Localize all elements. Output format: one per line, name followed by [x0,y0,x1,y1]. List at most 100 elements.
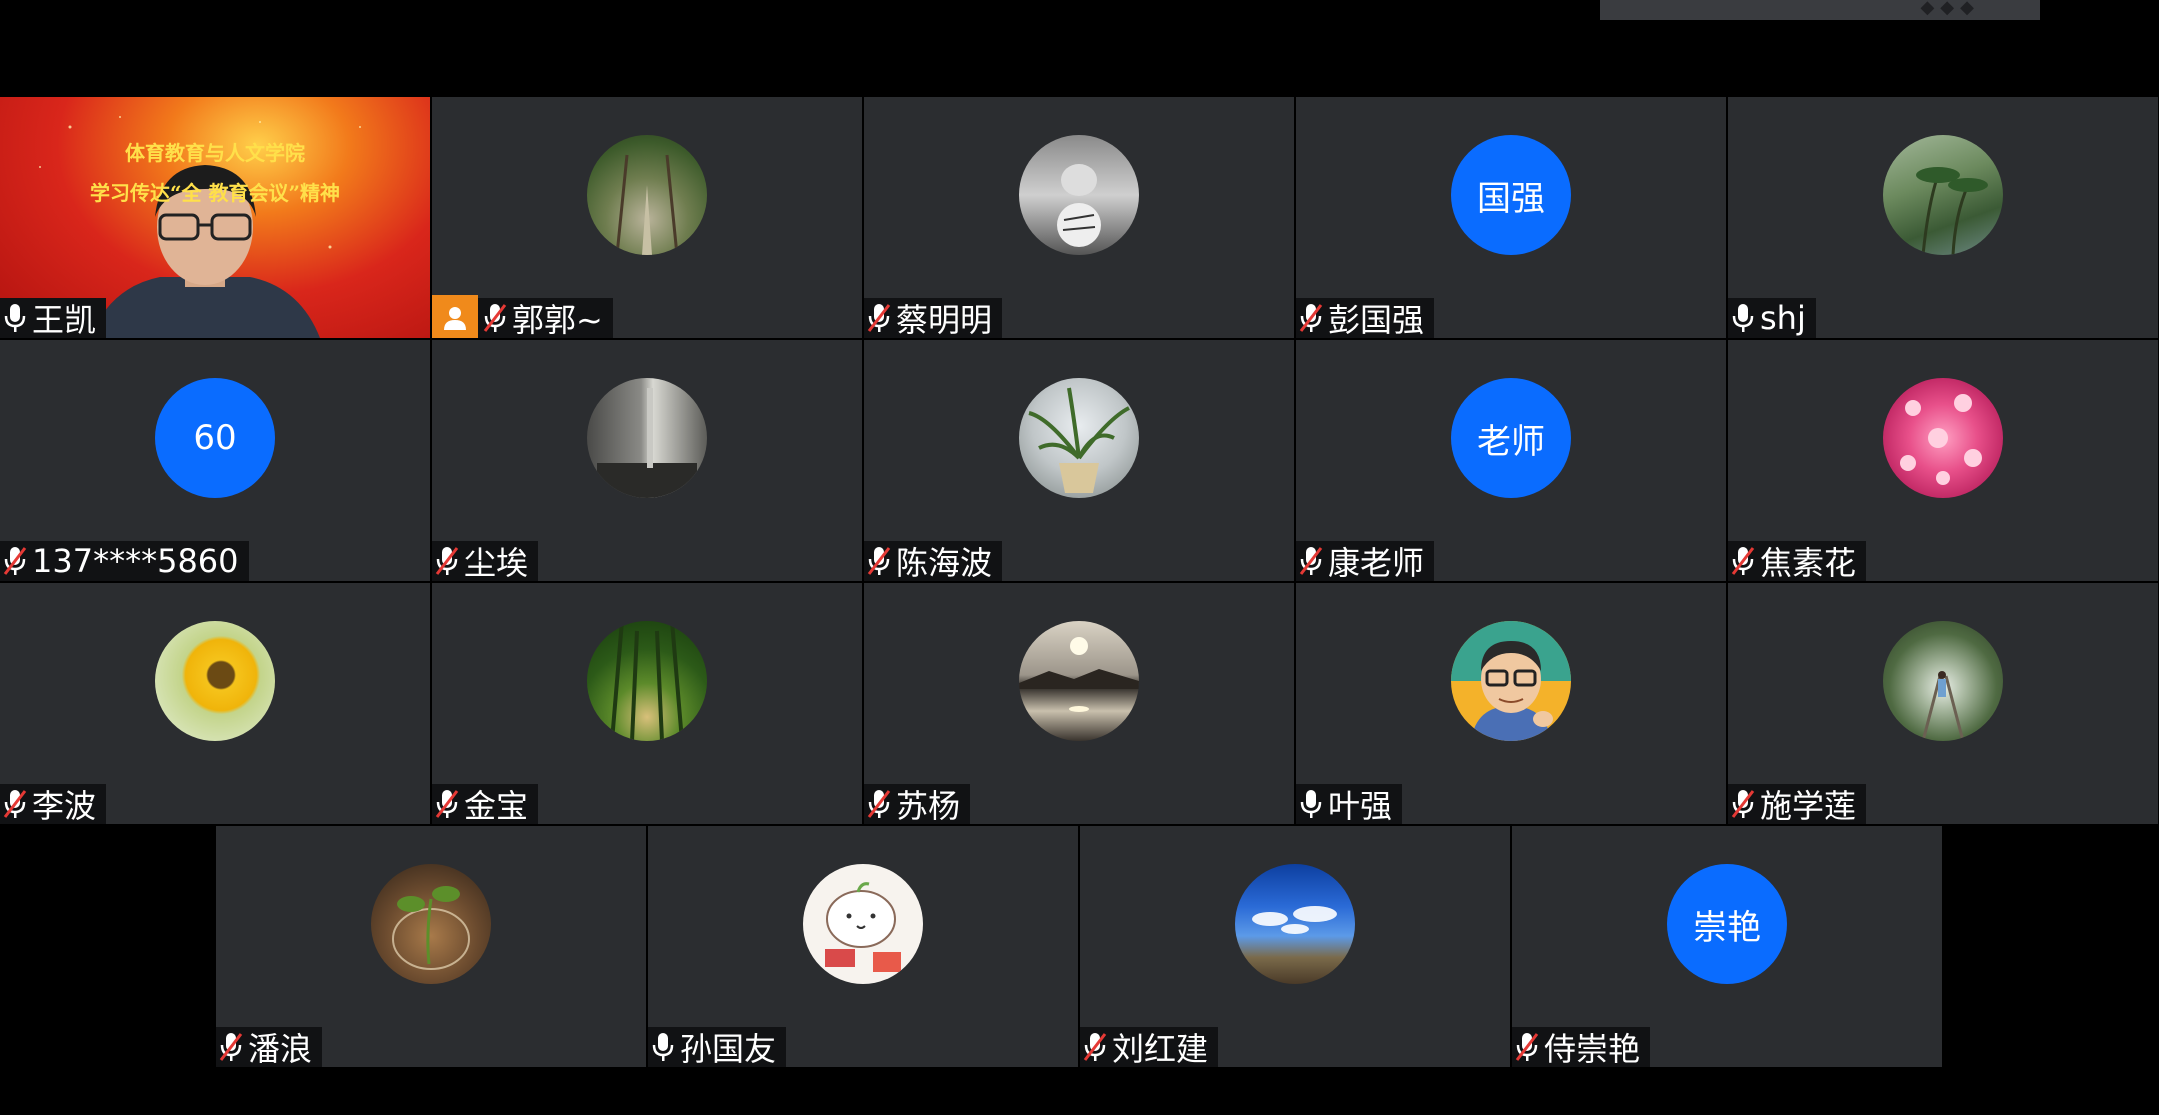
avatar-initials: 老师 [1451,378,1571,498]
mic-muted-icon [435,790,459,818]
participant-tile[interactable]: 叶强 [1296,583,1726,824]
participant-name: 叶强 [1328,787,1393,824]
participant-tile[interactable]: 金宝 [432,583,862,824]
avatar [587,135,707,255]
top-panel-dots-icon: ◆◆◆ [1920,0,1980,18]
avatar [1451,621,1571,741]
avatar [1235,864,1355,984]
participant-grid: 体育教育与人文学院 学习传达“全 教育会议”精神 王凯 郭郭~ 蔡明明 国强 彭… [0,97,2159,1067]
mic-on-icon [652,1033,674,1061]
participant-name-tag: 彭国强 [1296,298,1435,338]
participant-name-tag: 潘浪 [216,1027,323,1067]
participant-name: 康老师 [1328,544,1425,581]
avatar-initials: 60 [155,378,275,498]
video-banner-line1: 体育教育与人文学院 [125,141,305,165]
participant-name: 郭郭~ [512,301,603,338]
participant-name: 蔡明明 [896,301,993,338]
participant-name-tag: 郭郭~ [432,295,613,338]
avatar [587,378,707,498]
participant-name-tag: 孙国友 [648,1027,787,1067]
participant-tile[interactable]: shj [1728,97,2158,338]
participant-name-tag: 金宝 [432,784,539,824]
mic-muted-icon [1299,304,1323,332]
participant-name: 苏杨 [896,787,961,824]
avatar-initials: 国强 [1451,135,1571,255]
participant-name-tag: shj [1728,298,1816,338]
participant-tile[interactable]: 60 137****5860 [0,340,430,581]
participant-name-tag: 蔡明明 [864,298,1003,338]
participant-name: 李波 [32,787,97,824]
mic-muted-icon [1731,790,1755,818]
video-banner-line2: 学习传达“全 教育会议”精神 [90,181,340,205]
mic-on-icon [1300,790,1322,818]
participant-tile[interactable]: 苏杨 [864,583,1294,824]
participant-tile[interactable]: 刘红建 [1080,826,1510,1067]
participant-name-tag: 尘埃 [432,541,539,581]
mic-muted-icon [867,304,891,332]
participant-name-tag: 137****5860 [0,541,249,581]
avatar [371,864,491,984]
avatar [1019,135,1139,255]
participant-name: 孙国友 [680,1030,777,1067]
avatar [1883,378,2003,498]
mic-muted-icon [483,304,507,332]
participant-tile[interactable]: 陈海波 [864,340,1294,581]
participant-name: 王凯 [32,301,97,338]
participant-name: 137****5860 [32,542,239,580]
participant-tile[interactable]: 施学莲 [1728,583,2158,824]
participant-name: 侍崇艳 [1544,1030,1641,1067]
avatar [587,621,707,741]
participant-name-tag: 苏杨 [864,784,971,824]
participant-tile[interactable]: 蔡明明 [864,97,1294,338]
avatar [1883,621,2003,741]
top-floating-panel: ◆◆◆ [1600,0,2040,20]
mic-on-icon [1732,304,1754,332]
participant-name-tag: 叶强 [1296,784,1403,824]
mic-muted-icon [867,547,891,575]
participant-name: 潘浪 [248,1030,313,1067]
participant-name: 金宝 [464,787,529,824]
participant-name: 刘红建 [1112,1030,1209,1067]
participant-name: shj [1760,299,1806,337]
participant-name: 焦素花 [1760,544,1857,581]
participant-tile[interactable]: 尘埃 [432,340,862,581]
participant-tile[interactable]: 孙国友 [648,826,1078,1067]
participant-tile[interactable]: 李波 [0,583,430,824]
participant-tile[interactable]: 老师 康老师 [1296,340,1726,581]
mic-muted-icon [867,790,891,818]
avatar-initials: 崇艳 [1667,864,1787,984]
participant-name-tag: 施学莲 [1728,784,1867,824]
participant-name-tag: 康老师 [1296,541,1435,581]
participant-name-tag: 王凯 [0,298,107,338]
participant-name-tag: 李波 [0,784,107,824]
participant-name-tag: 焦素花 [1728,541,1867,581]
participant-name: 彭国强 [1328,301,1425,338]
mic-muted-icon [3,547,27,575]
mic-muted-icon [1515,1033,1539,1061]
mic-muted-icon [3,790,27,818]
mic-muted-icon [219,1033,243,1061]
participant-tile[interactable]: 郭郭~ [432,97,862,338]
participant-name: 尘埃 [464,544,529,581]
mic-muted-icon [1299,547,1323,575]
participant-tile[interactable]: 潘浪 [216,826,646,1067]
mic-on-icon [4,304,26,332]
avatar [1019,621,1139,741]
mic-muted-icon [1083,1033,1107,1061]
participant-name: 陈海波 [896,544,993,581]
participant-name: 施学莲 [1760,787,1857,824]
mic-muted-icon [1731,547,1755,575]
participant-tile[interactable]: 崇艳 侍崇艳 [1512,826,1942,1067]
host-user-icon [432,295,478,338]
participant-tile[interactable]: 国强 彭国强 [1296,97,1726,338]
participant-tile-video[interactable]: 体育教育与人文学院 学习传达“全 教育会议”精神 王凯 [0,97,430,338]
participant-tile[interactable]: 焦素花 [1728,340,2158,581]
participant-name-tag: 侍崇艳 [1512,1027,1651,1067]
participant-name-tag: 陈海波 [864,541,1003,581]
mic-muted-icon [435,547,459,575]
avatar [1883,135,2003,255]
avatar [155,621,275,741]
avatar [1019,378,1139,498]
avatar [803,864,923,984]
participant-name-tag: 刘红建 [1080,1027,1219,1067]
